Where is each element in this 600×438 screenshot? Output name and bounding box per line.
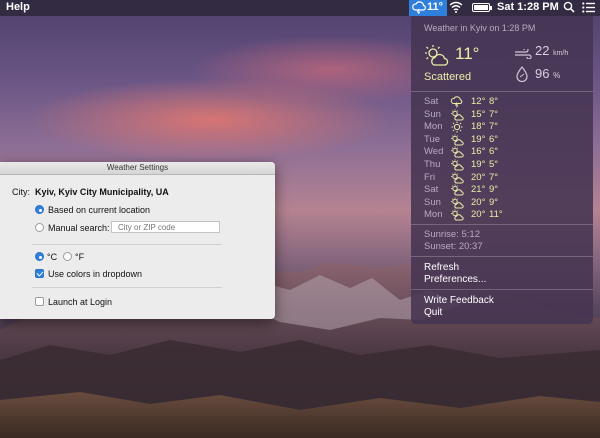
forecast-row: Sun 15° 7°: [424, 109, 584, 122]
forecast-high: 18°: [471, 121, 486, 133]
city-zip-search-input[interactable]: [111, 221, 220, 233]
humidity-drop-icon: [516, 66, 528, 87]
forecast-day: Fri: [424, 171, 436, 183]
humidity-value: 96: [535, 66, 550, 81]
menubar-temperature: 11°: [427, 1, 444, 13]
sunrise-time: Sunrise: 5:12: [424, 229, 480, 240]
forecast-row: Wed 16° 6°: [424, 146, 584, 159]
humidity-unit: %: [553, 71, 561, 80]
forecast-low: 7°: [489, 121, 499, 133]
divider: [411, 289, 593, 290]
forecast-low: 5°: [489, 158, 499, 170]
forecast-day: Wed: [424, 146, 444, 158]
forecast-row: Sun 20° 9°: [424, 197, 584, 210]
forecast-day: Sat: [424, 96, 439, 107]
city-label: City:: [12, 187, 30, 197]
forecast-row: Tue 19° 6°: [424, 134, 584, 147]
forecast-day: Tue: [424, 133, 441, 145]
quit-menu-item[interactable]: Quit: [424, 307, 442, 318]
forecast-day: Mon: [424, 121, 443, 133]
weather-settings-window: Weather Settings City: Kyiv, Kyiv City M…: [0, 162, 275, 319]
spotlight-search-icon[interactable]: [563, 1, 575, 16]
forecast-high: 20°: [471, 209, 486, 221]
forecast-high: 15°: [471, 108, 486, 120]
wifi-icon[interactable]: [449, 1, 463, 16]
wind-value: 22: [535, 43, 550, 58]
weather-header: Weather in Kyiv on 1:28 PM: [424, 23, 536, 33]
forecast-row: Fri 20° 7°: [424, 172, 584, 185]
forecast-row: Thu 19° 5°: [424, 159, 584, 172]
fahrenheit-label[interactable]: °F: [75, 252, 84, 262]
current-temperature: 11°: [455, 44, 480, 63]
wind-unit: km/h: [553, 50, 569, 57]
sunset-time: Sunset: 20:37: [424, 241, 483, 252]
forecast-low: 9°: [489, 184, 499, 196]
forecast-row: Sat 12° 8°: [424, 96, 584, 109]
city-value: Kyiv, Kyiv City Municipality, UA: [35, 187, 169, 197]
forecast-day: Thu: [424, 158, 441, 170]
forecast-high: 20°: [471, 171, 486, 183]
wind-icon: [514, 46, 532, 64]
cloud-storm-icon: [412, 1, 426, 17]
notification-center-icon[interactable]: [582, 2, 595, 16]
wind-speed: 22 km/h: [535, 43, 568, 58]
menu-bar: Help 11° Sat 1:28 PM: [0, 0, 600, 16]
humidity: 96 %: [535, 66, 560, 81]
forecast-day: Sun: [424, 196, 441, 208]
current-condition: Scattered: [424, 71, 472, 83]
divider: [411, 256, 593, 257]
forecast-list: Sat 12° 8° Sun 15° 7° Mon 18° 7° Tue 19° 6° Wed 16° 6°…: [424, 96, 584, 222]
forecast-high: 16°: [471, 146, 486, 158]
use-colors-checkbox[interactable]: [35, 269, 44, 278]
fahrenheit-radio[interactable]: [63, 252, 72, 261]
manual-search-radio[interactable]: [35, 223, 44, 232]
forecast-day: Sun: [424, 108, 441, 120]
forecast-high: 19°: [471, 158, 486, 170]
battery-icon[interactable]: [472, 3, 492, 12]
forecast-row: Mon 20° 11°: [424, 209, 584, 222]
based-on-location-radio[interactable]: [35, 205, 44, 214]
forecast-low: 8°: [489, 96, 499, 107]
forecast-day: Mon: [424, 209, 443, 221]
manual-search-label[interactable]: Manual search:: [48, 223, 110, 233]
use-colors-label[interactable]: Use colors in dropdown: [48, 269, 142, 279]
divider: [32, 287, 222, 288]
forecast-row: Sat 21° 9°: [424, 184, 584, 197]
forecast-low: 9°: [489, 196, 499, 208]
divider: [411, 91, 593, 92]
forecast-low: 11°: [489, 209, 503, 221]
forecast-day: Sat: [424, 184, 439, 196]
forecast-low: 7°: [489, 108, 499, 120]
forecast-low: 7°: [489, 171, 499, 183]
partly-cloudy-icon: [423, 44, 451, 73]
forecast-low: 6°: [489, 146, 499, 158]
refresh-menu-item[interactable]: Refresh: [424, 262, 459, 273]
forecast-low: 6°: [489, 133, 499, 145]
celsius-radio[interactable]: [35, 252, 44, 261]
partly-cloudy-icon: [450, 209, 464, 224]
based-on-location-label[interactable]: Based on current location: [48, 205, 150, 215]
write-feedback-menu-item[interactable]: Write Feedback: [424, 295, 494, 306]
launch-at-login-checkbox[interactable]: [35, 297, 44, 306]
weather-dropdown: Weather in Kyiv on 1:28 PM 11° Scattered…: [411, 16, 593, 324]
weather-status-item[interactable]: 11°: [409, 0, 447, 16]
forecast-high: 12°: [471, 96, 486, 107]
celsius-label[interactable]: °C: [47, 252, 57, 262]
divider: [411, 224, 593, 225]
divider: [32, 244, 222, 245]
forecast-high: 19°: [471, 133, 486, 145]
forecast-high: 20°: [471, 196, 486, 208]
window-title[interactable]: Weather Settings: [0, 162, 275, 175]
forecast-high: 21°: [471, 184, 486, 196]
forecast-row: Mon 18° 7°: [424, 121, 584, 134]
preferences-menu-item[interactable]: Preferences...: [424, 274, 486, 285]
launch-at-login-label[interactable]: Launch at Login: [48, 297, 112, 307]
menubar-clock[interactable]: Sat 1:28 PM: [497, 1, 559, 13]
help-menu[interactable]: Help: [6, 1, 30, 13]
